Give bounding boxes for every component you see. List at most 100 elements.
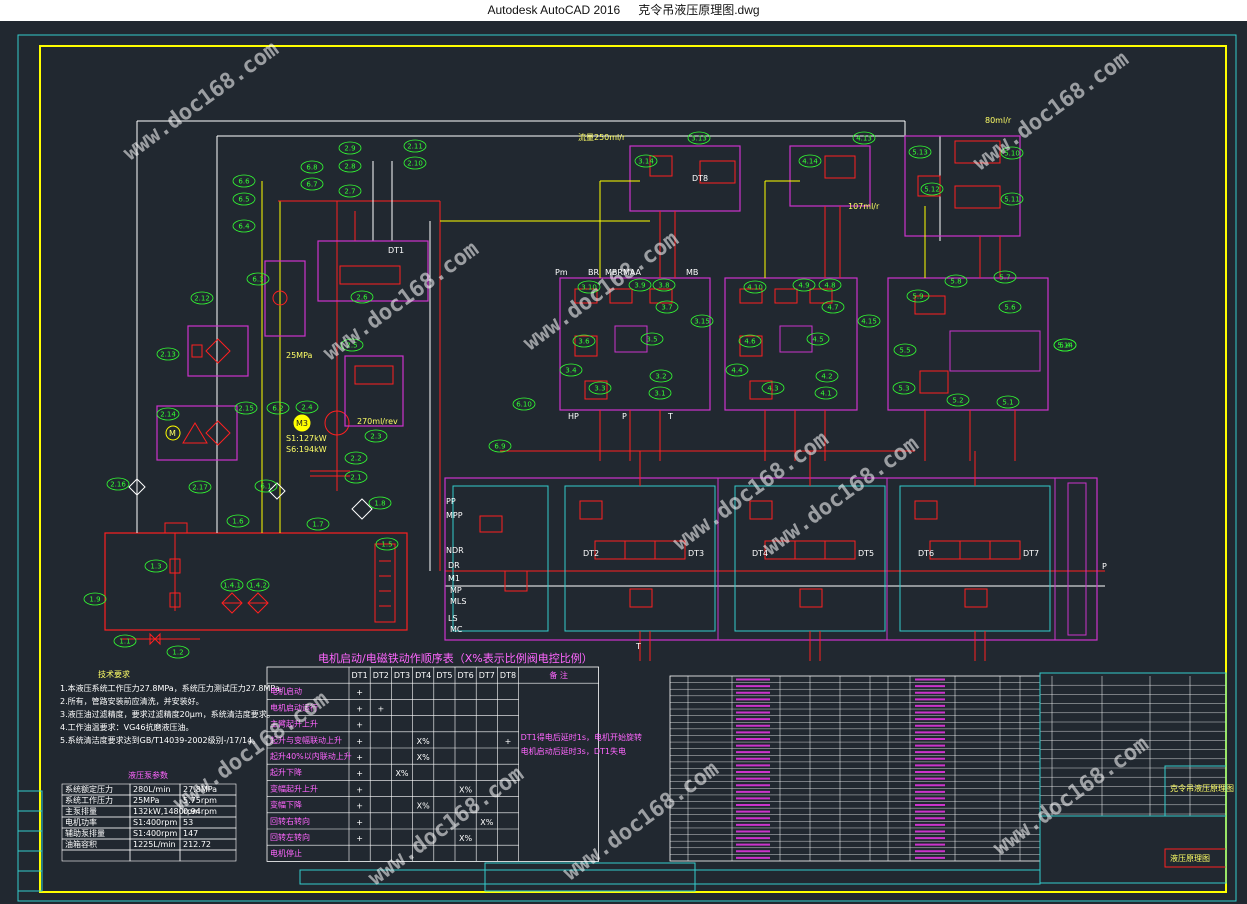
component-tag-label: 5.1	[1002, 399, 1013, 407]
component-tag: 5.5	[893, 343, 917, 357]
component-tag-label: 2.4	[301, 404, 313, 412]
component-tag: 3.5	[640, 332, 664, 346]
cad-drawing-canvas[interactable]: M M3 6.66.56.46.36.26.16.76.82.122.132.1…	[0, 21, 1247, 904]
component-tag: 2.4	[295, 400, 319, 414]
watermark-text: www.doc168.com	[669, 427, 834, 556]
component-tag: 1.1	[113, 634, 137, 648]
action-row-name: 起升40%以内联动上升	[270, 751, 352, 761]
component-tag: 6.6	[232, 174, 256, 188]
component-tag-label: 3.6	[578, 338, 590, 346]
action-mark: X%	[417, 737, 430, 746]
component-tag-label: 1.6	[232, 518, 244, 526]
component-tag-label: 3.5	[646, 336, 657, 344]
port-label: MP	[450, 586, 462, 595]
revision-strip	[17, 790, 43, 892]
component-tag-label: 4.6	[744, 338, 756, 346]
tech-item-5: 5.系统清洁度要求达到GB/T14039-2002级别-/17/14。	[60, 735, 260, 745]
component-tag-label: 1.4.1	[223, 582, 241, 590]
remark-header: 备 注	[549, 670, 568, 680]
component-tag-label: 4.2	[821, 373, 832, 381]
project-name: 克令吊液压原理图	[1170, 783, 1234, 793]
action-col-header: DT8	[500, 671, 516, 680]
component-tag: 5.12	[920, 182, 944, 196]
param-cell: S1:400rpm	[133, 829, 178, 838]
component-tag-label: 2.1	[350, 474, 361, 482]
component-tag-label: 3.15	[694, 318, 710, 326]
component-tag-label: 6.7	[306, 181, 317, 189]
component-tag: 4.15	[857, 314, 881, 328]
component-tag: 2.17	[188, 480, 212, 494]
component-tag-label: 5.8	[950, 278, 961, 286]
action-col-header: DT4	[415, 671, 431, 680]
port-label: BR	[588, 268, 599, 277]
component-tag: 5.2	[946, 393, 970, 407]
param-cell: 147	[183, 829, 198, 838]
component-tag-label: 2.12	[194, 295, 210, 303]
component-tag: 5.3	[892, 381, 916, 395]
component-tag: 3.13	[687, 131, 711, 145]
action-mark: +	[356, 737, 363, 746]
action-col-header: DT2	[373, 671, 389, 680]
component-tag-label: 2.2	[350, 455, 361, 463]
component-tag: 3.2	[649, 369, 673, 383]
component-tag-label: 5.14	[1057, 342, 1073, 350]
component-tag: 3.4	[559, 363, 583, 377]
param-table-title: 液压泵参数	[128, 770, 168, 780]
component-tag-label: 1.3	[150, 563, 161, 571]
port-label: P	[622, 412, 627, 421]
component-tag: 2.13	[156, 347, 180, 361]
component-tag: 4.3	[761, 381, 785, 395]
component-tag: 5.11	[1000, 192, 1024, 206]
component-tag: 6.7	[300, 177, 324, 191]
file-name: 克令吊液压原理图.dwg	[638, 3, 760, 17]
component-tag: 4.6	[738, 334, 762, 348]
component-tag: 2.3	[364, 429, 388, 443]
component-tag: 6.3	[246, 272, 270, 286]
param-cell: 1225L/min	[133, 840, 176, 849]
tech-item-1: 1.本液压系统工作压力27.8MPa，系统压力测试压力27.8MPa。	[60, 683, 288, 693]
component-tag: 6.5	[232, 192, 256, 206]
component-tag-label: 2.13	[160, 351, 176, 359]
component-tag-label: 6.10	[516, 401, 532, 409]
component-tag: 5.14	[1053, 338, 1077, 352]
component-tag: 5.7	[993, 270, 1017, 284]
component-tag: 6.8	[300, 160, 324, 174]
component-tag-label: 1.8	[374, 500, 385, 508]
component-tag: 2.15	[234, 401, 258, 415]
component-tag-label: 6.5	[238, 196, 249, 204]
port-label: MB	[686, 268, 698, 277]
component-tag: 5.1	[996, 395, 1020, 409]
component-tag: 5.13	[908, 145, 932, 159]
component-tag-label: 2.16	[110, 481, 126, 489]
solenoid-label: DT7	[1023, 549, 1039, 558]
action-mark: +	[505, 737, 512, 746]
component-tag: 2.12	[190, 291, 214, 305]
action-mark: X%	[417, 753, 430, 762]
port-label: LS	[448, 614, 458, 623]
component-tag: 1.7	[306, 517, 330, 531]
component-tag-label: 6.8	[306, 164, 317, 172]
component-tag: 2.11	[403, 139, 427, 153]
port-label: HP	[568, 412, 579, 421]
component-tag-label: 2.17	[192, 484, 208, 492]
component-tag: 3.1	[648, 386, 672, 400]
action-row-name: 电机启动	[270, 686, 302, 696]
action-mark: +	[356, 834, 363, 843]
action-mark: X%	[395, 769, 408, 778]
remark-line: 电机启动后延时3s，DT1失电	[521, 746, 626, 756]
remark-line: DT1得电后延时1s，电机开始旋转	[521, 732, 642, 742]
accumulator-box	[264, 260, 306, 337]
component-tag-label: 2.10	[407, 160, 423, 168]
action-mark: +	[356, 704, 363, 713]
sheet-border	[17, 34, 1237, 902]
component-tag-group: 6.66.56.46.36.26.16.76.82.122.132.142.15…	[83, 131, 1077, 659]
action-mark: X%	[480, 818, 493, 827]
component-tag-label: 4.3	[767, 385, 778, 393]
component-tag-label: 4.8	[824, 282, 835, 290]
component-tag: 4.13	[852, 131, 876, 145]
action-col-header: DT5	[436, 671, 452, 680]
component-tag-label: 3.4	[565, 367, 577, 375]
action-mark: X%	[459, 834, 472, 843]
svg-text:M: M	[169, 429, 176, 438]
component-tag-label: 3.2	[655, 373, 666, 381]
